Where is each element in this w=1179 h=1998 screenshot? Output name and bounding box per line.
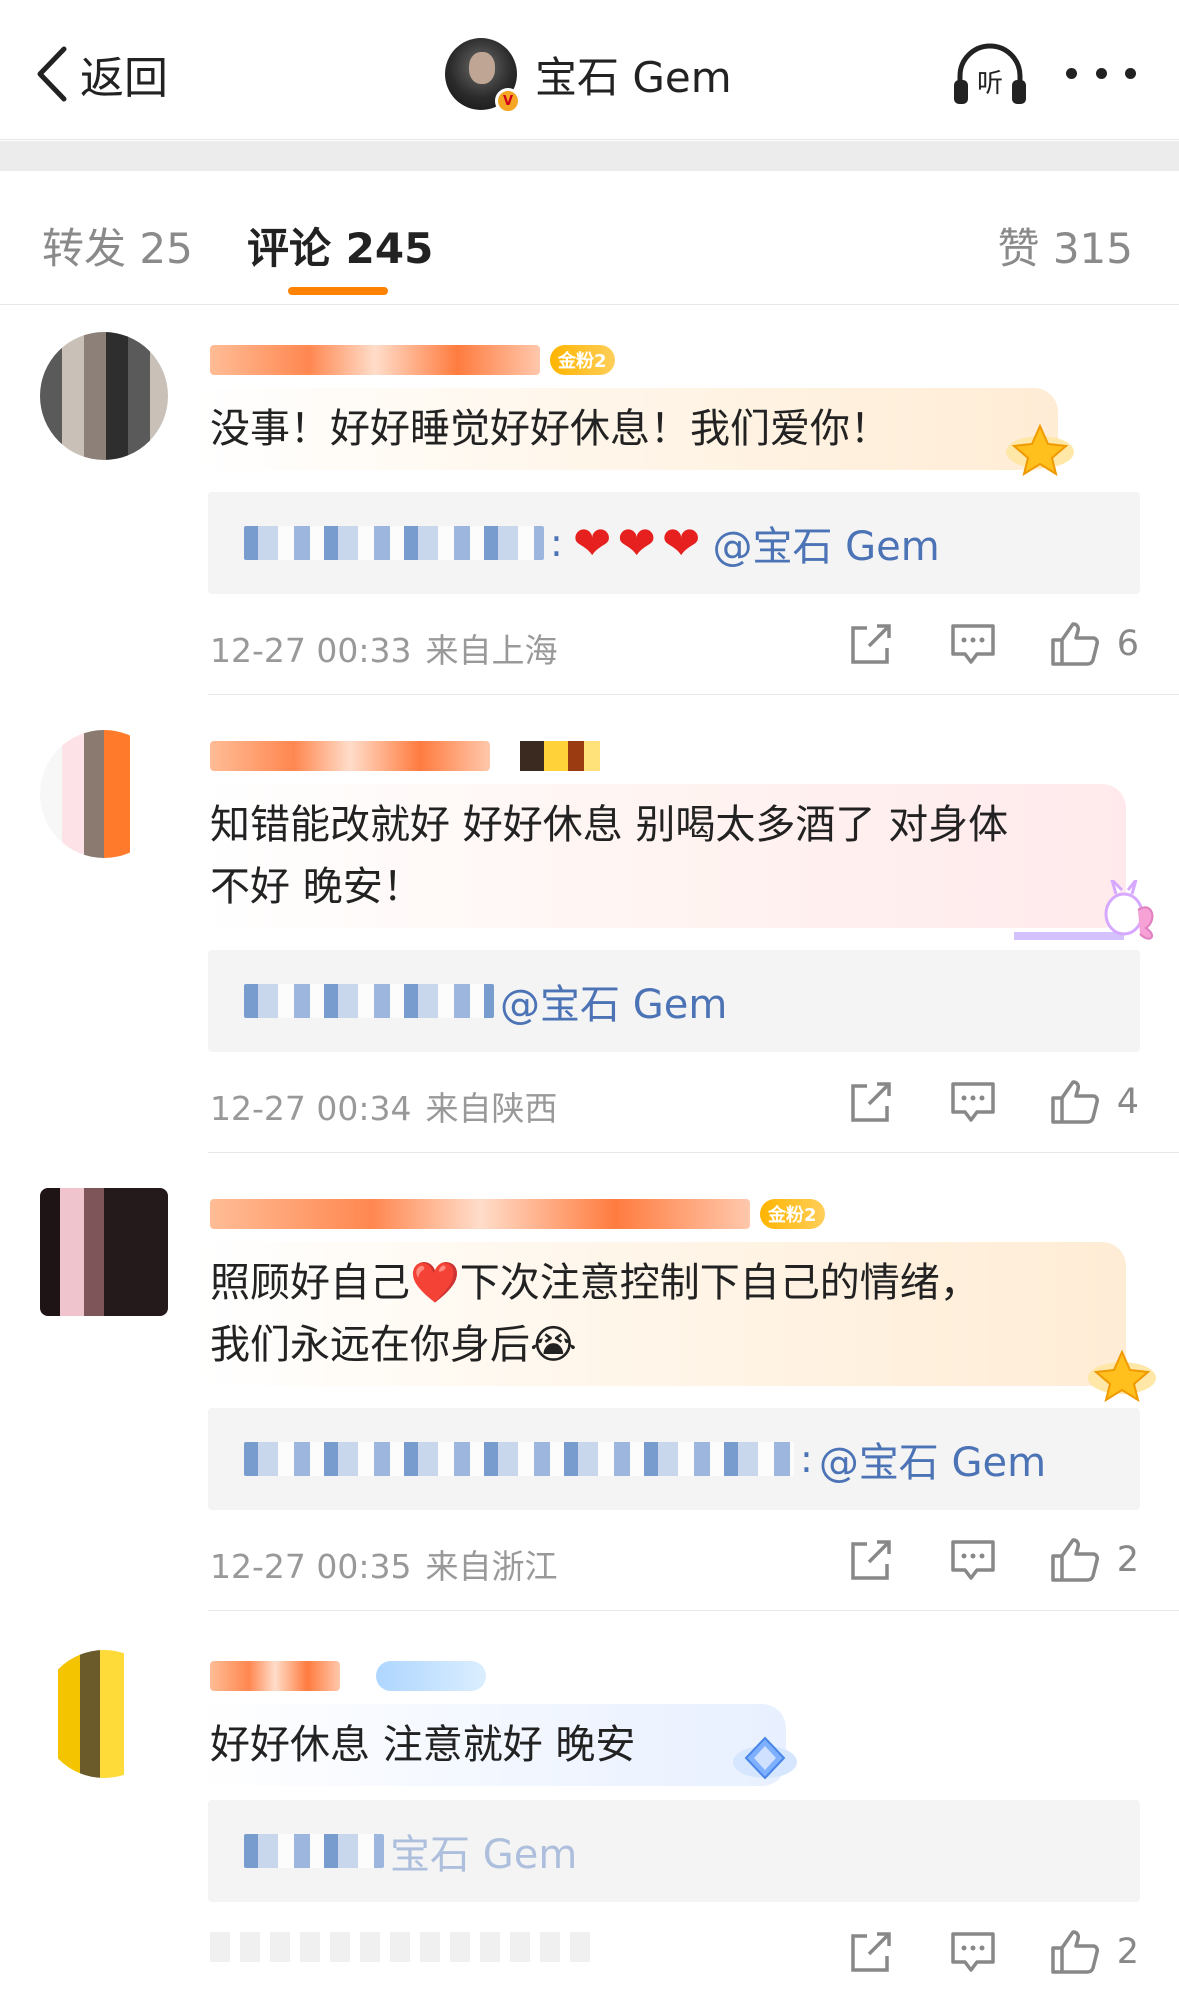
comment-time: 12-27 00:34 — [210, 1089, 412, 1128]
fan-badge — [376, 1661, 486, 1691]
crown-star-icon — [1088, 1349, 1156, 1403]
back-button[interactable]: 返回 — [34, 44, 168, 104]
commenter-name[interactable]: 金粉2 — [210, 1194, 825, 1234]
page-title: 宝石 Gem — [535, 52, 732, 102]
like-count: 2 — [1116, 1540, 1139, 1580]
like-thumb-icon[interactable] — [1049, 1926, 1101, 1978]
comment-text: 没事！好好睡觉好好休息！我们爱你！ — [196, 388, 1058, 470]
tab-bar: 转发 25 评论 245 赞 315 — [0, 171, 1179, 305]
like-count: 6 — [1116, 624, 1139, 664]
comment-actions: 6 — [845, 614, 1139, 674]
comment-location: 来自陕西 — [425, 1089, 558, 1128]
comment-location: 来自浙江 — [425, 1547, 558, 1586]
bunny-decoration-icon — [1014, 880, 1154, 940]
back-label: 返回 — [80, 53, 168, 104]
more-dots-icon[interactable] — [1066, 48, 1136, 98]
reply-mention-link[interactable]: @宝石 Gem — [819, 1430, 1046, 1488]
tab-forward[interactable]: 转发 25 — [42, 215, 193, 276]
like-count: 2 — [1116, 1932, 1139, 1972]
comment-time: 12-27 00:33 — [210, 631, 412, 670]
like-thumb-icon[interactable] — [1049, 618, 1101, 670]
reply-preview[interactable]: 宝石 Gem — [208, 1800, 1140, 1902]
comment-actions: 2 — [845, 1530, 1139, 1590]
diamond-icon — [733, 1736, 797, 1780]
fan-badge: 金粉2 — [550, 345, 615, 375]
like-count: 4 — [1116, 1082, 1139, 1122]
comment-meta — [210, 1932, 590, 1962]
like-thumb-icon[interactable] — [1049, 1076, 1101, 1128]
commenter-avatar[interactable] — [40, 730, 168, 858]
comment-actions: 2 — [845, 1922, 1139, 1982]
commenter-avatar[interactable] — [40, 332, 168, 460]
listen-headphones-icon[interactable]: 听 — [952, 42, 1028, 106]
comment-meta: 12-27 00:33 来自上海 — [210, 624, 557, 672]
commenter-avatar[interactable] — [40, 1188, 168, 1316]
comment-icon[interactable] — [947, 1076, 999, 1128]
reply-mention-link[interactable]: @宝石 Gem — [712, 514, 939, 572]
commenter-name[interactable]: 金粉2 — [210, 340, 615, 380]
divider — [208, 1152, 1179, 1153]
section-gap — [0, 141, 1179, 171]
share-icon[interactable] — [845, 1534, 897, 1586]
fan-badge — [520, 741, 600, 771]
reply-preview[interactable]: : @宝石 Gem — [208, 1408, 1140, 1510]
active-tab-indicator — [288, 287, 388, 295]
comment-meta: 12-27 00:35 来自浙江 — [210, 1540, 557, 1588]
listen-label: 听 — [977, 69, 1003, 99]
comment-icon[interactable] — [947, 1534, 999, 1586]
top-nav-bar: 返回 V 宝石 Gem 听 — [0, 0, 1179, 140]
comment-location: 来自上海 — [425, 631, 558, 670]
comment-text: 知错能改就好 好好休息 别喝太多酒了 对身体 不好 晚安！ — [196, 784, 1126, 928]
like-thumb-icon[interactable] — [1049, 1534, 1101, 1586]
comment-icon[interactable] — [947, 1926, 999, 1978]
divider — [208, 694, 1179, 695]
comment-text: 好好休息 注意就好 晚安 — [196, 1704, 786, 1786]
commenter-name[interactable] — [210, 736, 600, 776]
comment-icon[interactable] — [947, 618, 999, 670]
comment-actions: 4 — [845, 1072, 1139, 1132]
comment-text: 照顾好自己❤️下次注意控制下自己的情绪， 我们永远在你身后😭 — [196, 1242, 1126, 1386]
share-icon[interactable] — [845, 1926, 897, 1978]
tab-comments[interactable]: 评论 245 — [247, 215, 433, 276]
share-icon[interactable] — [845, 618, 897, 670]
reply-preview[interactable]: : ❤ ❤ ❤ @宝石 Gem — [208, 492, 1140, 594]
avatar: V — [445, 38, 521, 114]
commenter-avatar[interactable] — [40, 1650, 168, 1778]
reply-mention-link[interactable]: 宝石 Gem — [390, 1822, 577, 1880]
heart-icon: ❤ ❤ ❤ — [572, 516, 701, 570]
share-icon[interactable] — [845, 1076, 897, 1128]
crown-star-icon — [1006, 423, 1074, 477]
comment-meta: 12-27 00:34 来自陕西 — [210, 1082, 557, 1130]
reply-mention-link[interactable]: @宝石 Gem — [500, 972, 727, 1030]
commenter-name[interactable] — [210, 1656, 486, 1696]
reply-preview[interactable]: @宝石 Gem — [208, 950, 1140, 1052]
comment-time: 12-27 00:35 — [210, 1547, 412, 1586]
back-chevron-icon — [37, 46, 67, 102]
fan-badge: 金粉2 — [760, 1199, 825, 1229]
divider — [208, 1610, 1179, 1611]
profile-title[interactable]: V 宝石 Gem — [445, 36, 732, 114]
tab-likes[interactable]: 赞 315 — [997, 215, 1133, 276]
verified-v-icon: V — [495, 88, 521, 114]
